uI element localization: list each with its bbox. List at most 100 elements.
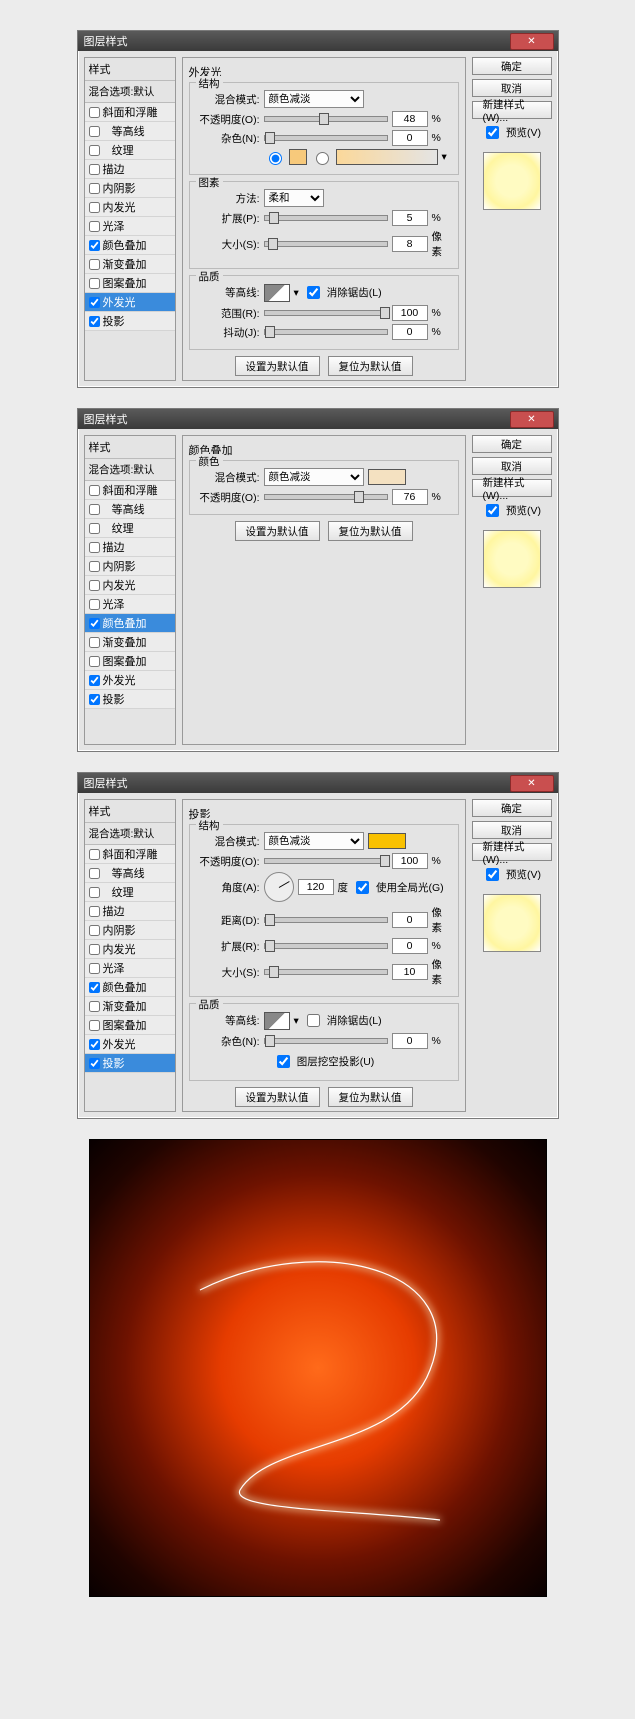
titlebar[interactable]: 图层样式 ✕	[78, 773, 558, 793]
style-checkbox[interactable]	[89, 259, 100, 270]
spread-value[interactable]: 5	[392, 210, 428, 226]
reset-default-button[interactable]: 复位为默认值	[328, 521, 413, 541]
style-item[interactable]: 斜面和浮雕	[85, 845, 175, 864]
contour-dropdown-icon[interactable]: ▾	[294, 1015, 299, 1027]
contour-swatch[interactable]	[264, 1012, 290, 1030]
style-checkbox[interactable]	[89, 504, 100, 515]
style-item[interactable]: 纹理	[85, 519, 175, 538]
style-checkbox[interactable]	[89, 580, 100, 591]
shadow-color-swatch[interactable]	[368, 833, 406, 849]
close-button[interactable]: ✕	[510, 411, 554, 428]
style-item[interactable]: 内发光	[85, 576, 175, 595]
style-checkbox[interactable]	[89, 221, 100, 232]
style-checkbox[interactable]	[89, 164, 100, 175]
style-checkbox[interactable]	[89, 982, 100, 993]
style-checkbox[interactable]	[89, 240, 100, 251]
ok-button[interactable]: 确定	[472, 435, 552, 453]
new-style-button[interactable]: 新建样式(W)...	[472, 479, 552, 497]
opacity-value[interactable]: 76	[392, 489, 428, 505]
style-item[interactable]: 描边	[85, 538, 175, 557]
style-item[interactable]: 等高线	[85, 864, 175, 883]
glow-gradient-radio[interactable]	[316, 152, 329, 165]
style-checkbox[interactable]	[89, 944, 100, 955]
distance-value[interactable]: 0	[392, 912, 428, 928]
style-checkbox[interactable]	[89, 675, 100, 686]
opacity-value[interactable]: 48	[392, 111, 428, 127]
style-item[interactable]: 纹理	[85, 883, 175, 902]
style-item[interactable]: 内阴影	[85, 179, 175, 198]
style-item[interactable]: 等高线	[85, 122, 175, 141]
style-checkbox[interactable]	[89, 887, 100, 898]
new-style-button[interactable]: 新建样式(W)...	[472, 101, 552, 119]
blend-mode-select[interactable]: 颜色减淡	[264, 832, 364, 850]
style-checkbox[interactable]	[89, 1058, 100, 1069]
jitter-value[interactable]: 0	[392, 324, 428, 340]
style-checkbox[interactable]	[89, 656, 100, 667]
style-item[interactable]: 颜色叠加	[85, 978, 175, 997]
glow-color-swatch[interactable]	[289, 149, 307, 165]
style-checkbox[interactable]	[89, 694, 100, 705]
spread-value[interactable]: 0	[392, 938, 428, 954]
titlebar[interactable]: 图层样式 ✕	[78, 31, 558, 51]
style-item[interactable]: 光泽	[85, 217, 175, 236]
cancel-button[interactable]: 取消	[472, 821, 552, 839]
blend-mode-select[interactable]: 颜色减淡	[264, 468, 364, 486]
opacity-slider[interactable]	[264, 494, 388, 500]
noise-slider[interactable]	[264, 135, 388, 141]
technique-select[interactable]: 柔和	[264, 189, 324, 207]
style-item[interactable]: 光泽	[85, 595, 175, 614]
knockout-checkbox[interactable]	[277, 1055, 290, 1068]
style-checkbox[interactable]	[89, 637, 100, 648]
preview-checkbox[interactable]	[486, 504, 499, 517]
angle-value[interactable]: 120	[298, 879, 334, 895]
spread-slider[interactable]	[264, 215, 388, 221]
cancel-button[interactable]: 取消	[472, 457, 552, 475]
range-slider[interactable]	[264, 310, 388, 316]
style-checkbox[interactable]	[89, 906, 100, 917]
style-checkbox[interactable]	[89, 849, 100, 860]
antialias-checkbox[interactable]	[307, 286, 320, 299]
style-item[interactable]: 内阴影	[85, 557, 175, 576]
style-item[interactable]: 投影	[85, 312, 175, 331]
style-item[interactable]: 外发光	[85, 671, 175, 690]
style-item[interactable]: 光泽	[85, 959, 175, 978]
overlay-color-swatch[interactable]	[368, 469, 406, 485]
style-item[interactable]: 颜色叠加	[85, 614, 175, 633]
style-checkbox[interactable]	[89, 542, 100, 553]
style-item[interactable]: 内阴影	[85, 921, 175, 940]
set-default-button[interactable]: 设置为默认值	[235, 1087, 320, 1107]
style-item[interactable]: 斜面和浮雕	[85, 103, 175, 122]
glow-color-radio[interactable]	[269, 152, 282, 165]
style-checkbox[interactable]	[89, 868, 100, 879]
angle-dial[interactable]	[264, 872, 294, 902]
jitter-slider[interactable]	[264, 329, 388, 335]
opacity-value[interactable]: 100	[392, 853, 428, 869]
style-item[interactable]: 图案叠加	[85, 274, 175, 293]
style-item[interactable]: 等高线	[85, 500, 175, 519]
style-checkbox[interactable]	[89, 316, 100, 327]
set-default-button[interactable]: 设置为默认值	[235, 521, 320, 541]
style-checkbox[interactable]	[89, 1039, 100, 1050]
style-item[interactable]: 描边	[85, 902, 175, 921]
range-value[interactable]: 100	[392, 305, 428, 321]
style-checkbox[interactable]	[89, 126, 100, 137]
style-item[interactable]: 投影	[85, 1054, 175, 1073]
style-checkbox[interactable]	[89, 297, 100, 308]
close-button[interactable]: ✕	[510, 33, 554, 50]
style-item[interactable]: 外发光	[85, 1035, 175, 1054]
gradient-dropdown-icon[interactable]: ▾	[442, 151, 447, 163]
set-default-button[interactable]: 设置为默认值	[235, 356, 320, 376]
style-checkbox[interactable]	[89, 202, 100, 213]
size-slider[interactable]	[264, 969, 388, 975]
reset-default-button[interactable]: 复位为默认值	[328, 1087, 413, 1107]
antialias-checkbox[interactable]	[307, 1014, 320, 1027]
style-item[interactable]: 内发光	[85, 940, 175, 959]
style-checkbox[interactable]	[89, 523, 100, 534]
close-button[interactable]: ✕	[510, 775, 554, 792]
preview-checkbox[interactable]	[486, 868, 499, 881]
cancel-button[interactable]: 取消	[472, 79, 552, 97]
style-item[interactable]: 渐变叠加	[85, 997, 175, 1016]
style-item[interactable]: 渐变叠加	[85, 255, 175, 274]
style-checkbox[interactable]	[89, 1020, 100, 1031]
style-item[interactable]: 内发光	[85, 198, 175, 217]
